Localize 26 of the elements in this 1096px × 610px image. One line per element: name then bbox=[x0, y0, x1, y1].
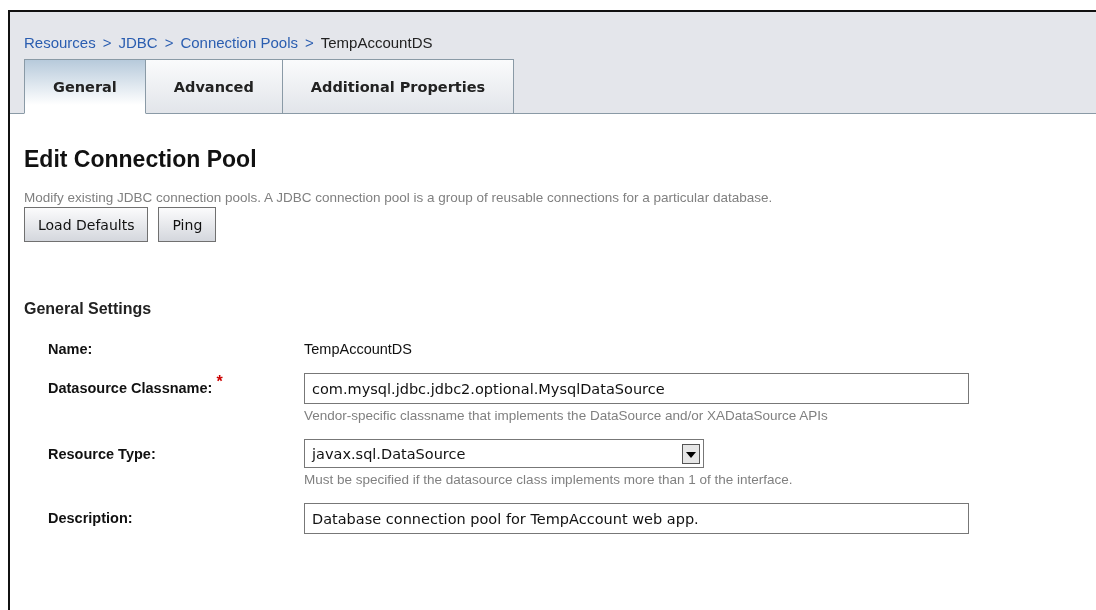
section-title: General Settings bbox=[24, 300, 153, 318]
field-value: TempAccountDS bbox=[304, 340, 413, 357]
action-button[interactable]: Load Defaults bbox=[24, 207, 149, 242]
text-input[interactable]: Database connection pool for TempAccount web app. bbox=[304, 503, 969, 534]
resource-type-select[interactable]: javax.sql.DataSource bbox=[304, 439, 704, 468]
breadcrumb-separator: > bbox=[102, 34, 112, 51]
breadcrumb-separator: > bbox=[305, 34, 314, 51]
page-title: Edit Connection Pool bbox=[24, 146, 258, 173]
help-text: Vendor-specific classname that implements the DataSource and/or XADataSource APIs bbox=[304, 408, 829, 423]
breadcrumb-current: TempAccountDS bbox=[320, 34, 433, 51]
help-text: Must be specified if the datasource class implements more than 1 of the interface. bbox=[304, 472, 794, 487]
breadcrumb-separator: > bbox=[164, 34, 174, 51]
action-button[interactable]: Ping bbox=[158, 207, 217, 242]
field-label: Resource Type: bbox=[48, 446, 156, 462]
field-label: Name: bbox=[48, 341, 93, 357]
tab[interactable]: General bbox=[24, 59, 146, 114]
tab[interactable]: Additional Properties bbox=[282, 59, 515, 114]
field-label: Description: bbox=[48, 510, 133, 526]
field-label: Datasource Classname: bbox=[48, 380, 213, 396]
required-marker: * bbox=[216, 373, 223, 392]
text-input[interactable]: com.mysql.jdbc.jdbc2.optional.MysqlDataSource bbox=[304, 373, 969, 404]
page-description: Modify existing JDBC connection pools. A JDBC connection pool is a group of reusable connections for a particular database. bbox=[24, 190, 774, 205]
breadcrumb-link[interactable]: Resources bbox=[24, 34, 96, 51]
breadcrumb-link[interactable]: JDBC bbox=[118, 34, 158, 51]
tab[interactable]: Advanced bbox=[145, 59, 283, 114]
breadcrumb-link[interactable]: Connection Pools bbox=[180, 34, 298, 51]
